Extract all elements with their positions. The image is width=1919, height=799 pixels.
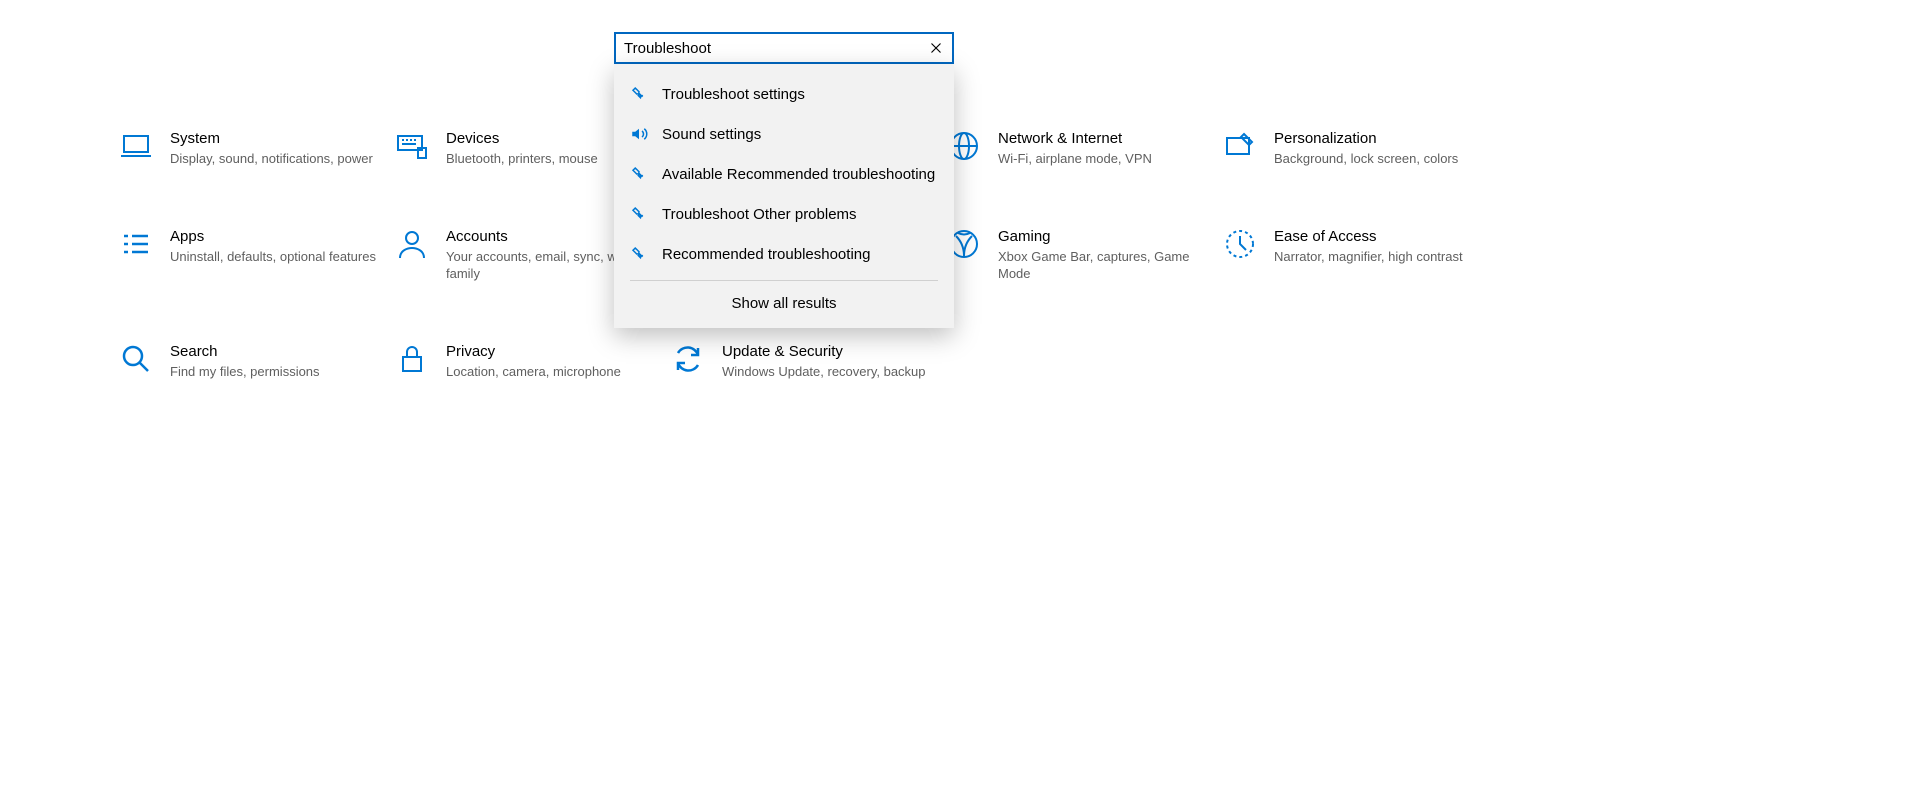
list-icon [120, 228, 152, 260]
category-title: Search [170, 343, 320, 360]
category-desc: Windows Update, recovery, backup [722, 363, 926, 381]
category-desc: Uninstall, defaults, optional features [170, 248, 376, 266]
category-privacy[interactable]: Privacy Location, camera, microphone [396, 343, 672, 381]
suggestion-label: Recommended troubleshooting [662, 246, 870, 263]
category-title: Network & Internet [998, 130, 1152, 147]
search-suggestions: Troubleshoot settings Sound settings Ava… [614, 64, 954, 328]
settings-search: Troubleshoot settings Sound settings Ava… [614, 32, 954, 328]
accessibility-icon [1224, 228, 1256, 260]
category-title: Apps [170, 228, 376, 245]
suggestion-item[interactable]: Sound settings [614, 114, 954, 154]
category-title: Gaming [998, 228, 1204, 245]
category-desc: Display, sound, notifications, power [170, 150, 373, 168]
suggestion-label: Sound settings [662, 126, 761, 143]
suggestion-item[interactable]: Recommended troubleshooting [614, 234, 954, 274]
category-desc: Background, lock screen, colors [1274, 150, 1458, 168]
show-all-results[interactable]: Show all results [614, 281, 954, 322]
suggestion-label: Troubleshoot Other problems [662, 206, 857, 223]
clear-search-icon[interactable] [928, 40, 944, 56]
category-title: Personalization [1274, 130, 1458, 147]
wrench-icon [630, 165, 648, 183]
category-desc: Xbox Game Bar, captures, Game Mode [998, 248, 1204, 283]
category-title: Privacy [446, 343, 621, 360]
category-title: Update & Security [722, 343, 926, 360]
person-icon [396, 228, 428, 260]
wrench-icon [630, 205, 648, 223]
category-ease-of-access[interactable]: Ease of Access Narrator, magnifier, high… [1224, 228, 1500, 283]
suggestion-item[interactable]: Available Recommended troubleshooting [614, 154, 954, 194]
suggestion-item[interactable]: Troubleshoot Other problems [614, 194, 954, 234]
suggestion-item[interactable]: Troubleshoot settings [614, 74, 954, 114]
keyboard-icon [396, 130, 428, 162]
category-desc: Location, camera, microphone [446, 363, 621, 381]
category-update-security[interactable]: Update & Security Windows Update, recove… [672, 343, 948, 381]
laptop-icon [120, 130, 152, 162]
wrench-icon [630, 245, 648, 263]
category-gaming[interactable]: Gaming Xbox Game Bar, captures, Game Mod… [948, 228, 1224, 283]
lock-icon [396, 343, 428, 375]
wrench-icon [630, 85, 648, 103]
category-apps[interactable]: Apps Uninstall, defaults, optional featu… [120, 228, 396, 283]
search-icon [120, 343, 152, 375]
sync-icon [672, 343, 704, 375]
search-box[interactable] [614, 32, 954, 64]
suggestion-label: Troubleshoot settings [662, 86, 805, 103]
category-desc: Find my files, permissions [170, 363, 320, 381]
category-title: System [170, 130, 373, 147]
category-desc: Bluetooth, printers, mouse [446, 150, 598, 168]
category-personalization[interactable]: Personalization Background, lock screen,… [1224, 130, 1500, 168]
sound-icon [630, 125, 648, 143]
category-desc: Wi-Fi, airplane mode, VPN [998, 150, 1152, 168]
category-desc: Narrator, magnifier, high contrast [1274, 248, 1463, 266]
category-system[interactable]: System Display, sound, notifications, po… [120, 130, 396, 168]
category-title: Devices [446, 130, 598, 147]
category-search[interactable]: Search Find my files, permissions [120, 343, 396, 381]
paintbrush-icon [1224, 130, 1256, 162]
category-title: Ease of Access [1274, 228, 1463, 245]
suggestion-label: Available Recommended troubleshooting [662, 166, 935, 183]
category-network[interactable]: Network & Internet Wi-Fi, airplane mode,… [948, 130, 1224, 168]
search-input[interactable] [624, 40, 928, 57]
